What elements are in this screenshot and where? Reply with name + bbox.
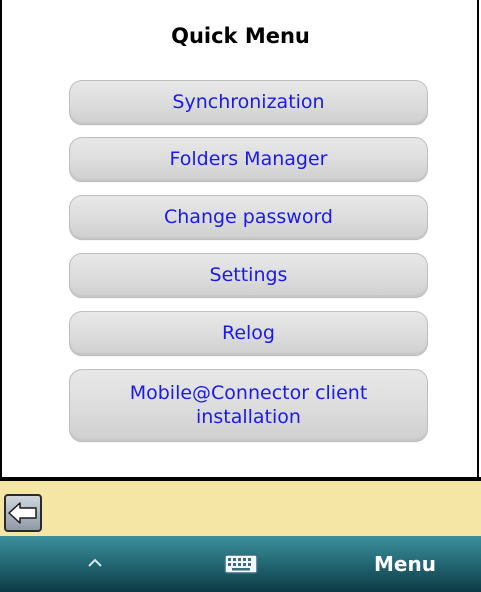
button-label: Change password [164, 205, 333, 228]
change-password-button[interactable]: Change password [69, 195, 428, 240]
synchronization-button[interactable]: Synchronization [69, 80, 428, 125]
back-arrow-glyph [8, 502, 37, 524]
button-label-line1: Mobile@Connector client [129, 381, 368, 404]
button-label: Settings [209, 263, 288, 286]
keyboard-glyph [224, 554, 258, 574]
keyboard-icon[interactable] [220, 552, 262, 576]
button-label-line2: installation [196, 405, 301, 428]
settings-button[interactable]: Settings [69, 253, 428, 298]
folders-manager-button[interactable]: Folders Manager [69, 137, 428, 182]
chevron-up-glyph [88, 558, 102, 567]
screen: Quick Menu Synchronization Folders Manag… [0, 0, 481, 592]
button-label: Relog [221, 321, 275, 344]
status-bar [0, 481, 481, 536]
button-label-group: Mobile@Connector client installation [130, 382, 368, 430]
chevron-up-icon[interactable] [80, 548, 110, 578]
button-label: Synchronization [172, 90, 325, 113]
back-arrow-icon[interactable] [4, 494, 42, 532]
relog-button[interactable]: Relog [69, 311, 428, 356]
client-installation-button[interactable]: Mobile@Connector client installation [69, 369, 428, 442]
page-title: Quick Menu [171, 24, 310, 48]
button-label: Folders Manager [169, 147, 328, 170]
menu-softkey[interactable]: Menu [360, 552, 450, 576]
